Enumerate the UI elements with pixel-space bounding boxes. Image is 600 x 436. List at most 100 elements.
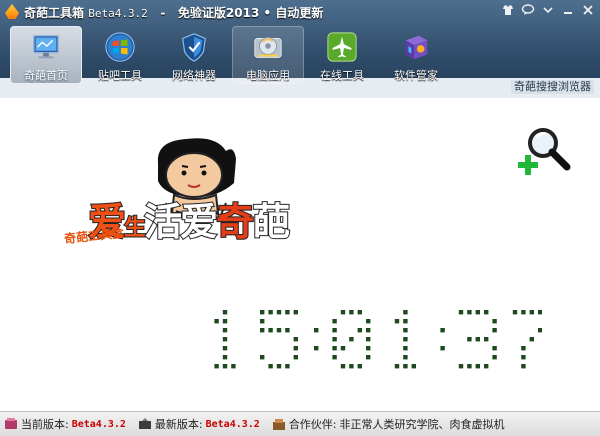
clock-dot: [332, 337, 337, 342]
clock-dot: [394, 364, 400, 369]
disc-icon: [254, 37, 282, 58]
clock-dot: [276, 328, 282, 333]
tool-home[interactable]: 奇葩首页: [10, 26, 82, 84]
statusbar: 当前版本: Beta4.3.2 最新版本: Beta4.3.2 合作伙伴: 非正…: [0, 411, 600, 436]
clock-dot: [538, 328, 542, 333]
tool-home-label: 奇葩首页: [24, 69, 68, 82]
clock-dot: [521, 346, 526, 351]
home-panel: 爱生活爱奇葩 奇葩工具盒: [0, 99, 600, 411]
clock-dot: [332, 328, 337, 333]
clock-dot: [222, 337, 228, 342]
clock-dot: [268, 364, 273, 369]
clock-dot: [332, 319, 337, 324]
clock-dot: [340, 310, 346, 315]
latest-version: 最新版本: Beta4.3.2: [138, 416, 260, 432]
current-version-label: 当前版本:: [21, 418, 69, 431]
clock-dot: [285, 328, 290, 333]
clock-dot: [467, 310, 472, 315]
clock-dot: [293, 346, 298, 351]
windows-orb-icon: [105, 32, 135, 62]
clock-dot: [411, 364, 416, 369]
clock-dot: [467, 337, 472, 342]
clock-dot: [332, 355, 337, 360]
clock-dot: [484, 337, 489, 342]
clock-dot: [492, 355, 497, 360]
clock-dot: [394, 319, 400, 324]
app-name: 奇葩工具箱: [24, 6, 85, 20]
clock-dot: [529, 337, 534, 342]
partner-icon: [272, 419, 285, 430]
skin-icon[interactable]: [500, 3, 516, 19]
clock-dot: [293, 310, 298, 315]
clock-dot: [222, 364, 228, 369]
slogan-char: 生: [123, 214, 147, 242]
current-version: 当前版本: Beta4.3.2: [4, 416, 126, 432]
zoom-search-icon[interactable]: [515, 121, 573, 181]
digital-clock: [214, 310, 542, 369]
tool-network[interactable]: 网络神器: [158, 26, 230, 84]
clock-dot: [332, 346, 337, 351]
clock-dot: [366, 337, 371, 342]
clock-dot: [403, 319, 408, 324]
clock-dot: [349, 364, 354, 369]
tool-software-label: 软件管家: [394, 69, 438, 82]
partners-value: 非正常人类研究学院、肉食虚拟机: [339, 418, 505, 431]
clock-dot: [231, 364, 236, 369]
clock-dot: [268, 310, 273, 315]
tool-pc-apps[interactable]: 电脑应用: [232, 26, 304, 84]
tool-tieba[interactable]: 贴吧工具: [84, 26, 156, 84]
clock-dot: [214, 319, 219, 324]
clock-dot: [458, 364, 464, 369]
clock-dot: [314, 346, 319, 351]
titlebar[interactable]: 奇葩工具箱 Beta4.3.2 - 免验证版2013 • 自动更新: [0, 0, 600, 24]
clock-dot: [529, 310, 534, 315]
menu-icon[interactable]: [540, 3, 556, 19]
clock-dot: [293, 355, 298, 360]
clock-dot: [492, 328, 497, 333]
clock-dot: [403, 337, 408, 342]
latest-version-label: 最新版本:: [154, 418, 203, 431]
clock-dot: [293, 337, 298, 342]
monitor-icon: [33, 35, 59, 59]
software-box-icon: [405, 35, 428, 60]
minimize-icon[interactable]: [560, 3, 576, 19]
clock-dot: [492, 346, 497, 351]
clock-dot: [475, 364, 480, 369]
window-title: 奇葩工具箱 Beta4.3.2 - 免验证版2013 • 自动更新: [24, 4, 323, 21]
clock-dot: [366, 355, 371, 360]
app-version: Beta4.3.2: [88, 7, 148, 20]
slogan-char: 葩: [251, 198, 291, 245]
title-separator: -: [160, 6, 166, 20]
tool-software[interactable]: 软件管家: [380, 26, 452, 84]
tool-pc-apps-label: 电脑应用: [246, 69, 290, 82]
clock-dot: [214, 364, 219, 369]
clock-dot: [276, 310, 282, 315]
clock-dot: [260, 328, 265, 333]
window-controls: [500, 3, 596, 19]
clock-dot: [268, 328, 273, 333]
clock-dot: [349, 337, 354, 342]
feedback-icon[interactable]: [520, 3, 536, 19]
clock-dot: [484, 364, 489, 369]
clock-dot: [403, 355, 408, 360]
app-logo-icon: [5, 4, 19, 19]
browser-link[interactable]: 奇葩搜搜浏览器: [511, 80, 594, 94]
clock-dot: [403, 364, 408, 369]
clock-dot: [403, 328, 408, 333]
clock-dot: [403, 346, 408, 351]
clock-dot: [440, 346, 445, 351]
clock-dot: [285, 364, 290, 369]
partners: 合作伙伴: 非正常人类研究学院、肉食虚拟机: [272, 416, 505, 432]
tool-online[interactable]: 在线工具: [306, 26, 378, 84]
clock-dot: [484, 310, 489, 315]
clock-dot: [340, 364, 346, 369]
version-icon: [5, 418, 17, 429]
clock-dot: [440, 328, 445, 333]
clock-dot: [467, 364, 472, 369]
tool-tieba-label: 贴吧工具: [98, 69, 142, 82]
clock-dot: [403, 310, 408, 315]
close-icon[interactable]: [580, 3, 596, 19]
clock-dot: [222, 319, 228, 324]
clock-dot: [366, 346, 371, 351]
clock-dot: [475, 337, 480, 342]
